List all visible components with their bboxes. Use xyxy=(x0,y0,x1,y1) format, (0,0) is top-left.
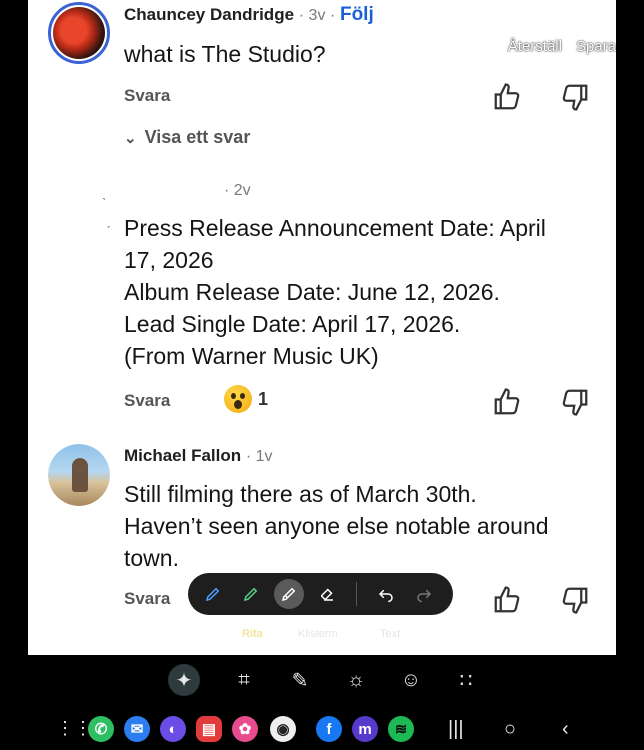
undo-icon[interactable] xyxy=(371,579,401,609)
highlighter-icon[interactable] xyxy=(236,579,266,609)
pixelate-pen-icon[interactable] xyxy=(274,579,304,609)
tab-text[interactable]: Text xyxy=(380,628,400,640)
system-navbar: ⋮⋮ ✆ ✉ ◐ ▤ ✿ ◉ f m ≋ ||| ○ ‹ xyxy=(0,708,644,750)
drawing-toolbar xyxy=(188,573,453,615)
pixel-brush-icon[interactable]: ✎ xyxy=(286,666,314,694)
tab-sticker[interactable]: Klisterm xyxy=(298,628,338,640)
spotify-app-icon[interactable]: ≋ xyxy=(388,716,414,742)
reply-button[interactable]: Svara xyxy=(124,589,170,609)
comment-author[interactable]: Chauncey Dandridge xyxy=(124,5,294,24)
comment-actions: Svara xyxy=(124,82,600,114)
comment-line: (From Warner Music UK) xyxy=(124,343,379,369)
follow-button[interactable]: Följ xyxy=(340,4,374,25)
reaction-count: 1 xyxy=(258,388,269,409)
phone-app-icon[interactable]: ✆ xyxy=(88,716,114,742)
toolbar-divider xyxy=(356,582,357,606)
thumbs-up-icon[interactable] xyxy=(492,82,522,112)
view-replies-label: Visa ett svar xyxy=(144,127,251,147)
avatar[interactable] xyxy=(48,2,110,64)
facebook-app-icon[interactable]: f xyxy=(316,716,342,742)
erased-mark: ˏ xyxy=(106,212,111,228)
thumbs-down-icon[interactable] xyxy=(560,387,590,417)
browser-app-icon[interactable]: ◐ xyxy=(160,716,186,742)
reaction-badge[interactable]: 1 xyxy=(224,385,268,413)
view-replies-button[interactable]: ⌄ Visa ett svar xyxy=(124,127,250,148)
ai-sparkle-icon[interactable]: ✦ xyxy=(168,664,200,696)
reset-button[interactable]: Återställ xyxy=(508,38,562,55)
comment-text: what is The Studio? xyxy=(124,41,326,67)
camera-app-icon[interactable]: ◉ xyxy=(270,716,296,742)
comment-header: Chauncey Dandridge · 3v · Följ xyxy=(124,4,374,26)
comment-meta: · 1v xyxy=(245,448,273,465)
app-drawer-icon[interactable]: ⋮⋮ xyxy=(56,718,92,739)
erased-mark: ˎ xyxy=(102,184,107,200)
emoji-icon[interactable]: ☺ xyxy=(397,666,425,694)
notes-app-icon[interactable]: ▤ xyxy=(196,716,222,742)
comment-text: Still filming there as of March 30th. Ha… xyxy=(124,478,549,574)
avatar[interactable] xyxy=(48,444,110,506)
more-icon[interactable]: ∷ xyxy=(452,666,480,694)
comment-actions: Svara 1 xyxy=(124,385,600,419)
home-icon[interactable]: ○ xyxy=(504,718,516,741)
crop-icon[interactable]: ⌗ xyxy=(230,666,258,694)
eraser-icon[interactable] xyxy=(312,579,342,609)
tab-draw[interactable]: Rita xyxy=(242,628,263,640)
comment-header: · 2v xyxy=(224,180,251,200)
thumbs-down-icon[interactable] xyxy=(560,82,590,112)
reply-button[interactable]: Svara xyxy=(124,391,170,411)
recent-apps-icon[interactable]: ||| xyxy=(448,718,464,741)
screenshot-editor-screen: Återställ Spara Chauncey Dandridge · 3v … xyxy=(0,0,644,750)
comment-line: Still filming there as of March 30th. xyxy=(124,481,477,507)
draw-mode-tabs: Rita Klisterm Text xyxy=(28,628,616,646)
comment-header: Michael Fallon · 1v xyxy=(124,446,273,466)
comment-line: Lead Single Date: April 17, 2026. xyxy=(124,311,461,337)
back-icon[interactable]: ‹ xyxy=(562,718,569,741)
comment-line: Album Release Date: June 12, 2026. xyxy=(124,279,500,305)
gallery-app-icon[interactable]: ✿ xyxy=(232,716,258,742)
thumbs-down-icon[interactable] xyxy=(560,585,590,615)
redo-icon[interactable] xyxy=(409,579,439,609)
comment-line: Press Release Announcement Date: April xyxy=(124,215,546,241)
chevron-down-icon: ⌄ xyxy=(124,129,137,147)
comment-line: Haven’t seen anyone else notable around xyxy=(124,513,549,539)
comments-sheet: Återställ Spara Chauncey Dandridge · 3v … xyxy=(28,0,616,655)
reply-button[interactable]: Svara xyxy=(124,86,170,106)
thumbs-up-icon[interactable] xyxy=(492,585,522,615)
wow-emoji-icon xyxy=(224,385,252,413)
comment-meta: · 2v xyxy=(224,182,251,199)
mastodon-app-icon[interactable]: m xyxy=(352,716,378,742)
comment-meta: · 3v · xyxy=(298,7,336,24)
comment-author[interactable]: Michael Fallon xyxy=(124,446,241,465)
comment-text: Press Release Announcement Date: April 1… xyxy=(124,212,546,372)
comment-line: 17, 2026 xyxy=(124,247,214,273)
messages-app-icon[interactable]: ✉ xyxy=(124,716,150,742)
brightness-icon[interactable]: ☼ xyxy=(342,666,370,694)
thumbs-up-icon[interactable] xyxy=(492,387,522,417)
capture-toolbar: ✦ ⌗ ✎ ☼ ☺ ∷ xyxy=(0,660,644,700)
editor-actions: Återställ Spara xyxy=(508,38,616,55)
save-button[interactable]: Spara xyxy=(576,38,616,55)
pen-icon[interactable] xyxy=(198,579,228,609)
comment-line: town. xyxy=(124,545,179,571)
